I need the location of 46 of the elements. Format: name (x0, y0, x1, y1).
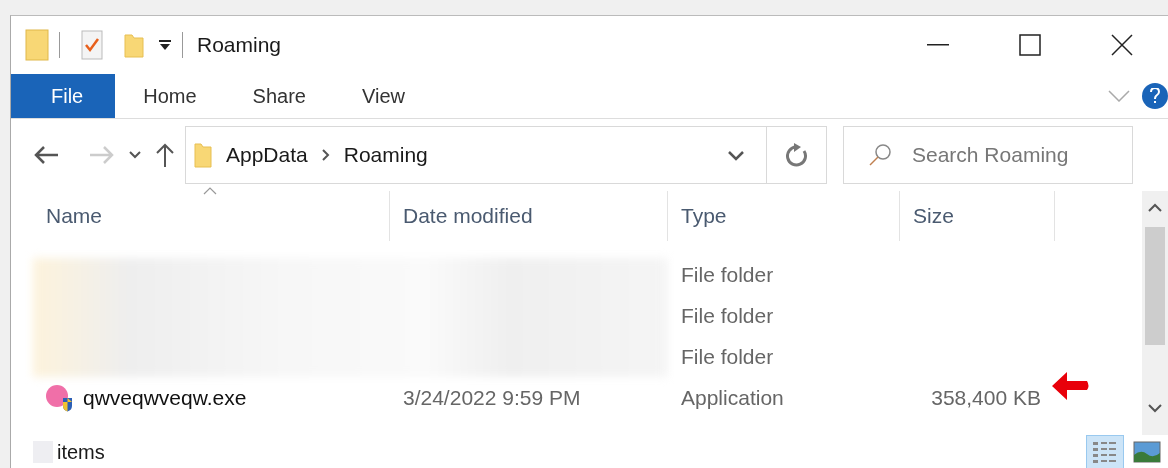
sort-caret-icon (203, 187, 217, 195)
scroll-up-icon[interactable] (1147, 203, 1163, 213)
dropdown-caret-icon[interactable] (727, 149, 745, 161)
address-bar[interactable]: AppData Roaming (185, 126, 767, 184)
details-view-icon (1092, 440, 1118, 464)
large-icons-view-icon (1133, 441, 1161, 463)
table-cell-text: 358,400 KB (930, 384, 1042, 411)
minimize-icon (927, 44, 949, 46)
view-button[interactable] (1086, 435, 1124, 468)
table-cell-text: File folder (680, 261, 775, 288)
scroll-down-icon[interactable] (1147, 403, 1163, 413)
table-cell-text: Application (680, 384, 785, 411)
column-header[interactable]: Name (33, 191, 390, 241)
ribbon-tab[interactable]: Share (224, 74, 334, 118)
file-name-cell[interactable]: qwveqwveqw.exe (33, 377, 390, 418)
refresh-icon (785, 143, 808, 167)
breadcrumb[interactable]: Roaming (343, 143, 428, 167)
chevron-icon[interactable] (321, 149, 330, 161)
back-arrow-icon[interactable] (33, 145, 59, 165)
arrow-annotation (1051, 369, 1091, 403)
search-field[interactable]: Search Roaming (843, 126, 1133, 184)
help-icon[interactable] (1142, 83, 1168, 109)
scrollbar[interactable] (1142, 191, 1168, 435)
column-header[interactable]: Size (900, 191, 1055, 241)
dropdown-caret-icon[interactable] (158, 39, 172, 51)
folder-icon (194, 142, 212, 168)
table-cell-text: 3/24/2022 9:59 PM (402, 384, 582, 411)
folder-icon (25, 29, 49, 61)
recent-locations-caret-icon[interactable] (129, 151, 141, 159)
app-icon (45, 383, 75, 412)
search-icon (868, 143, 892, 167)
window-title: Roaming (197, 33, 282, 57)
file-menu-tab[interactable]: File (11, 74, 116, 118)
maximize-icon (1019, 34, 1041, 56)
column-header[interactable]: Type (668, 191, 900, 241)
status-text: items (57, 440, 105, 464)
breadcrumb[interactable]: AppData (226, 143, 308, 167)
table-cell-text: File folder (680, 343, 775, 370)
up-arrow-icon[interactable] (155, 142, 175, 168)
close-icon (1111, 34, 1133, 56)
ribbon-tab[interactable]: View (333, 74, 433, 118)
ribbon-tab[interactable]: Home (115, 74, 225, 118)
properties-icon[interactable] (80, 30, 104, 60)
column-header[interactable]: Date modified (390, 191, 668, 241)
table-cell-text: File folder (680, 302, 775, 329)
refresh-button[interactable] (767, 126, 827, 184)
